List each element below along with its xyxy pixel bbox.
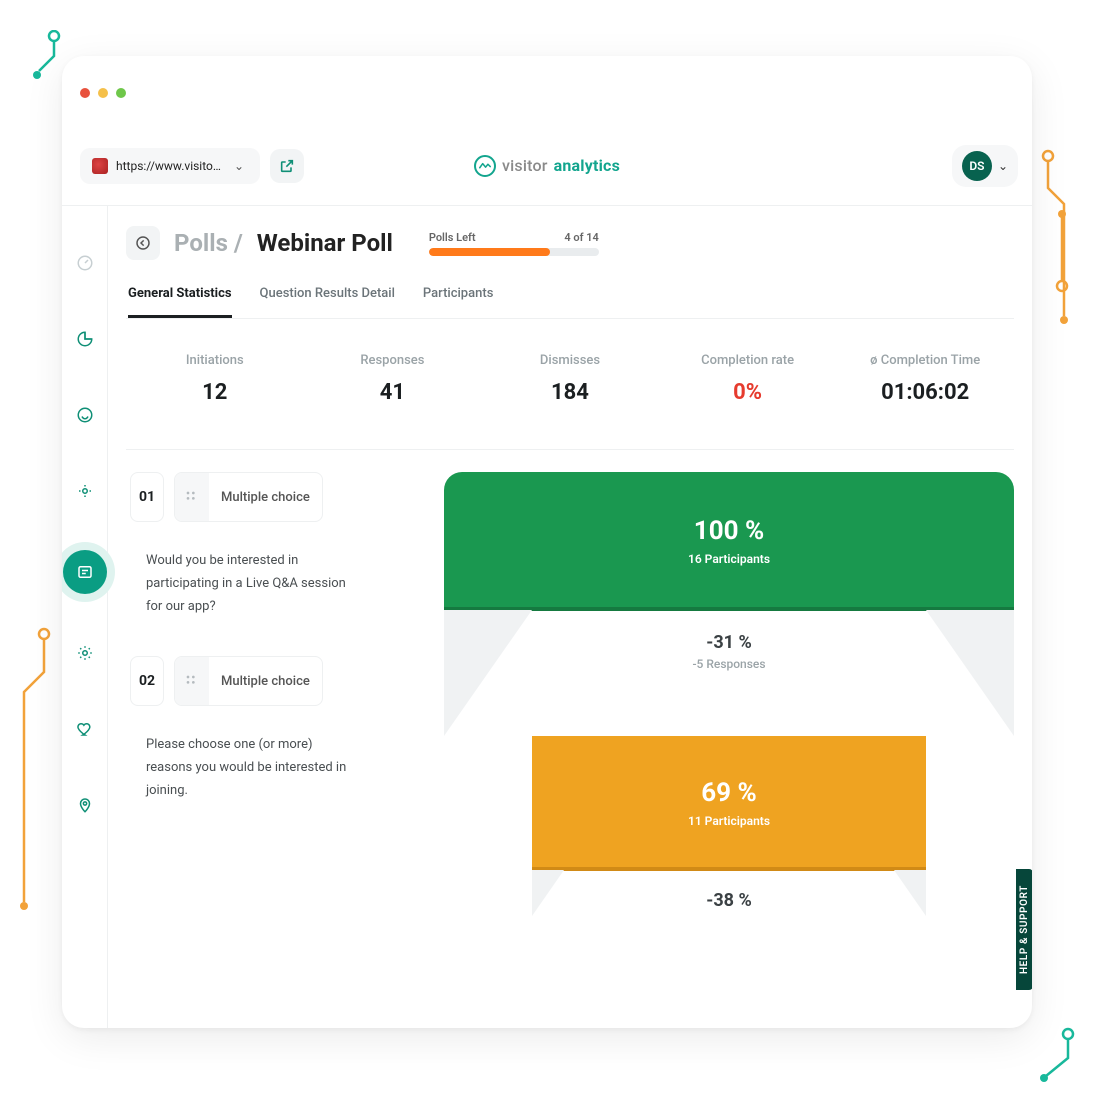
tab-question-results-detail[interactable]: Question Results Detail: [260, 286, 395, 318]
funnel-drop1-pct: -31 %: [444, 632, 1014, 653]
breadcrumb-parent[interactable]: Polls /: [174, 229, 243, 257]
brand-logo-icon: [474, 155, 496, 177]
decoration-top-right: [1040, 148, 1084, 328]
funnel-chart: 100 % 16 Participants -31 % -5 Responses…: [444, 472, 1014, 912]
window-maximize-dot[interactable]: [116, 88, 126, 98]
question-text-2: Please choose one (or more) reasons you …: [130, 720, 370, 816]
stat-responses-label: Responses: [308, 353, 478, 368]
funnel-drop-2: -38 %: [444, 890, 1014, 911]
polls-left-fill: [429, 248, 550, 256]
back-button[interactable]: [126, 226, 160, 260]
decoration-left: [14, 626, 58, 926]
brand-text-1: visitor: [502, 156, 548, 175]
funnel-step1-sub: 16 Participants: [688, 552, 770, 566]
window-close-dot[interactable]: [80, 88, 90, 98]
multiple-choice-icon: [175, 473, 209, 521]
stat-completion-time-value: 01:06:02: [840, 380, 1010, 405]
funnel-step-1: 100 % 16 Participants: [444, 472, 1014, 610]
poll-icon: [76, 563, 94, 581]
main-content: Polls / Webinar Poll Polls Left 4 of 14 …: [108, 206, 1032, 1028]
funnel-drop-1: -31 % -5 Responses: [444, 632, 1014, 671]
sidebar-item-favorites[interactable]: [68, 712, 102, 746]
window-minimize-dot[interactable]: [98, 88, 108, 98]
chevron-down-icon: ⌄: [230, 159, 248, 173]
question-number-2: 02: [130, 656, 164, 706]
stat-initiations-value: 12: [130, 380, 300, 405]
sidebar: [62, 206, 108, 1028]
funnel-step2-sub: 11 Participants: [688, 814, 770, 828]
question-number-1: 01: [130, 472, 164, 522]
breadcrumb: Polls / Webinar Poll Polls Left 4 of 14: [126, 226, 1014, 260]
open-external-button[interactable]: [270, 149, 304, 183]
stat-completion-rate-label: Completion rate: [663, 353, 833, 368]
stat-dismisses-value: 184: [485, 380, 655, 405]
sidebar-item-stats[interactable]: [68, 322, 102, 356]
funnel-step-2: 69 % 11 Participants: [532, 736, 926, 870]
funnel-step2-pct: 69 %: [701, 778, 757, 808]
brand-logo: visitor analytics: [474, 155, 620, 177]
tab-participants[interactable]: Participants: [423, 286, 493, 318]
window-traffic-lights: [80, 88, 126, 98]
stat-initiations-label: Initiations: [130, 353, 300, 368]
gear-icon: [76, 644, 94, 662]
decoration-bottom-right: [1024, 1024, 1078, 1084]
top-bar: https://www.visitor-anal... ⌄ visitor ana…: [62, 126, 1032, 206]
decoration-top-left: [32, 30, 62, 86]
site-url-text: https://www.visitor-anal...: [116, 159, 222, 173]
site-selector[interactable]: https://www.visitor-anal... ⌄: [80, 148, 260, 184]
stat-completion-time-label: ø Completion Time: [840, 353, 1010, 368]
pie-chart-icon: [76, 330, 94, 348]
sidebar-item-visitors[interactable]: [68, 474, 102, 508]
heart-icon: [76, 720, 94, 738]
tab-general-statistics[interactable]: General Statistics: [128, 286, 232, 318]
question-type-2: Multiple choice: [209, 674, 322, 689]
polls-left-label: Polls Left: [429, 231, 476, 244]
arrow-left-icon: [135, 235, 151, 251]
avatar: DS: [962, 151, 992, 181]
tabs: General Statistics Question Results Deta…: [126, 286, 1014, 319]
funnel-drop1-sub: -5 Responses: [444, 657, 1014, 671]
sidebar-item-settings[interactable]: [68, 636, 102, 670]
polls-left-count: 4 of 14: [564, 231, 598, 244]
stat-completion-rate-value: 0%: [663, 380, 833, 405]
stats-row: Initiations 12 Responses 41 Dismisses 184 C…: [126, 319, 1014, 450]
stat-dismisses-label: Dismisses: [485, 353, 655, 368]
question-text-1: Would you be interested in participating…: [130, 536, 370, 632]
question-type-1: Multiple choice: [209, 490, 322, 505]
funnel-step1-pct: 100 %: [694, 516, 764, 546]
target-icon: [76, 482, 94, 500]
app-window: https://www.visitor-anal... ⌄ visitor ana…: [62, 56, 1032, 1028]
chevron-down-icon: ⌄: [998, 159, 1008, 173]
external-link-icon: [279, 158, 295, 174]
question-card-2: 02 Multiple choice: [130, 656, 430, 706]
account-menu[interactable]: DS ⌄: [952, 145, 1018, 187]
sidebar-item-dashboard[interactable]: [68, 246, 102, 280]
gauge-icon: [76, 254, 94, 272]
decoration-right-mid: [1054, 210, 1084, 300]
brand-text-2: analytics: [554, 156, 620, 175]
breadcrumb-current: Webinar Poll: [257, 229, 393, 257]
stat-responses-value: 41: [308, 380, 478, 405]
sidebar-item-location[interactable]: [68, 788, 102, 822]
activity-icon: [76, 406, 94, 424]
map-pin-icon: [76, 796, 94, 814]
help-support-tab[interactable]: HELP & SUPPORT: [1016, 869, 1032, 990]
funnel-drop2-pct: -38 %: [444, 890, 1014, 911]
multiple-choice-icon: [175, 657, 209, 705]
sidebar-item-polls[interactable]: [63, 550, 107, 594]
site-favicon-icon: [92, 158, 108, 174]
question-card-1: 01 Multiple choice: [130, 472, 430, 522]
sidebar-item-sessions[interactable]: [68, 398, 102, 432]
polls-left-meter: Polls Left 4 of 14: [429, 231, 599, 256]
